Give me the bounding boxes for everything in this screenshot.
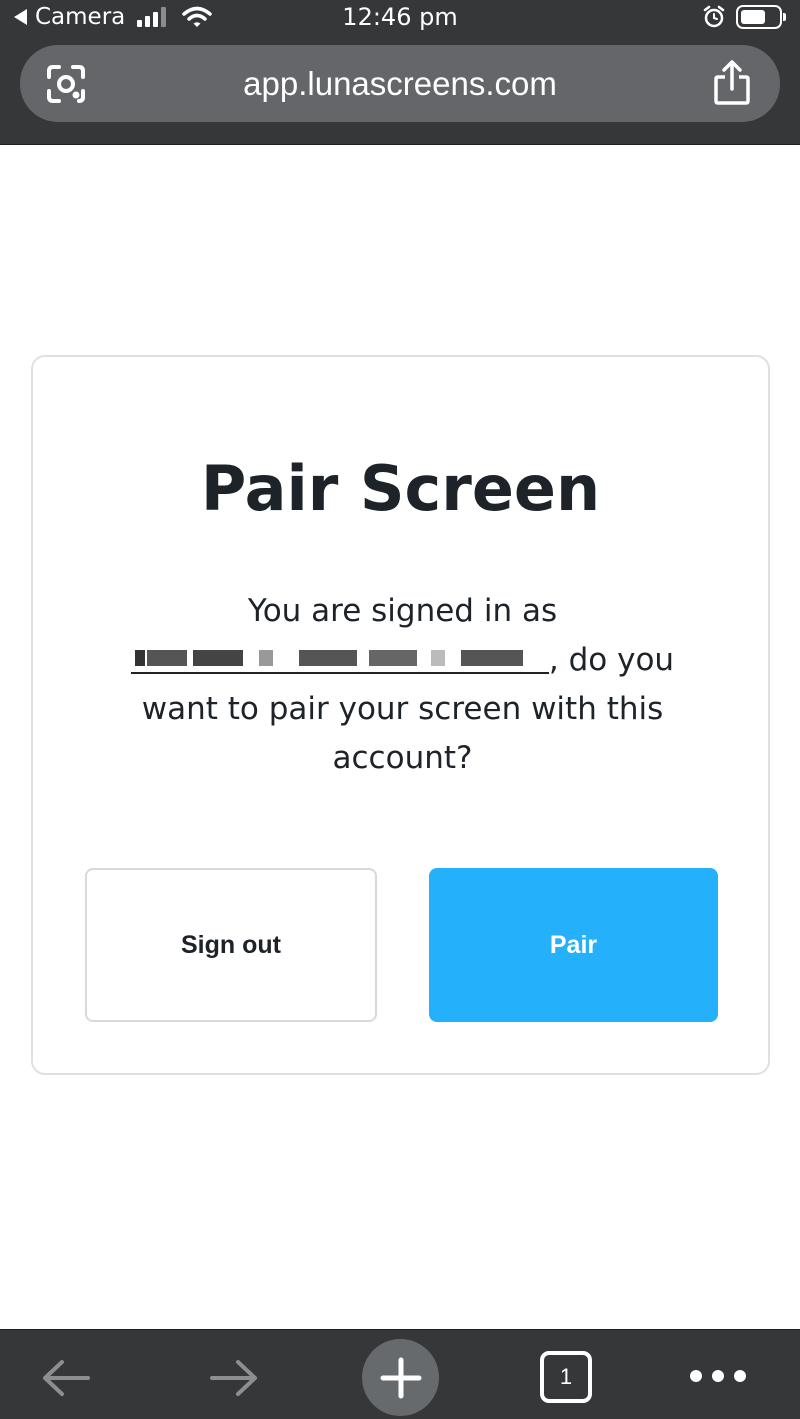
tab-count: 1 xyxy=(559,1364,573,1389)
share-icon[interactable] xyxy=(712,59,752,107)
page-title: Pair Screen xyxy=(200,452,601,525)
sign-out-button[interactable]: Sign out xyxy=(85,868,377,1022)
back-arrow-icon[interactable] xyxy=(40,1358,92,1398)
status-bar: Camera 12:46 pm xyxy=(0,0,800,36)
plus-icon xyxy=(380,1357,421,1398)
more-icon[interactable] xyxy=(690,1366,746,1386)
forward-arrow-icon[interactable] xyxy=(208,1358,260,1398)
browser-top-chrome: Camera 12:46 pm app.lunascreens.com xyxy=(0,0,800,145)
url-bar[interactable]: app.lunascreens.com xyxy=(20,45,780,122)
pair-message: You are signed in as , do you want to pa… xyxy=(93,587,712,783)
status-right-icons xyxy=(702,4,786,30)
status-time: 12:46 pm xyxy=(342,3,458,31)
new-tab-button[interactable] xyxy=(362,1339,439,1416)
pair-screen-card: Pair Screen You are signed in as , do yo… xyxy=(31,355,770,1075)
alarm-icon xyxy=(703,5,725,28)
tabs-button[interactable]: 1 xyxy=(540,1351,592,1403)
message-prefix: You are signed in as xyxy=(247,593,558,629)
url-text[interactable]: app.lunascreens.com xyxy=(20,45,780,122)
pair-button[interactable]: Pair xyxy=(429,868,718,1022)
battery-icon xyxy=(736,5,786,29)
browser-toolbar: 1 xyxy=(0,1329,800,1419)
redacted-email-link[interactable] xyxy=(130,640,549,674)
